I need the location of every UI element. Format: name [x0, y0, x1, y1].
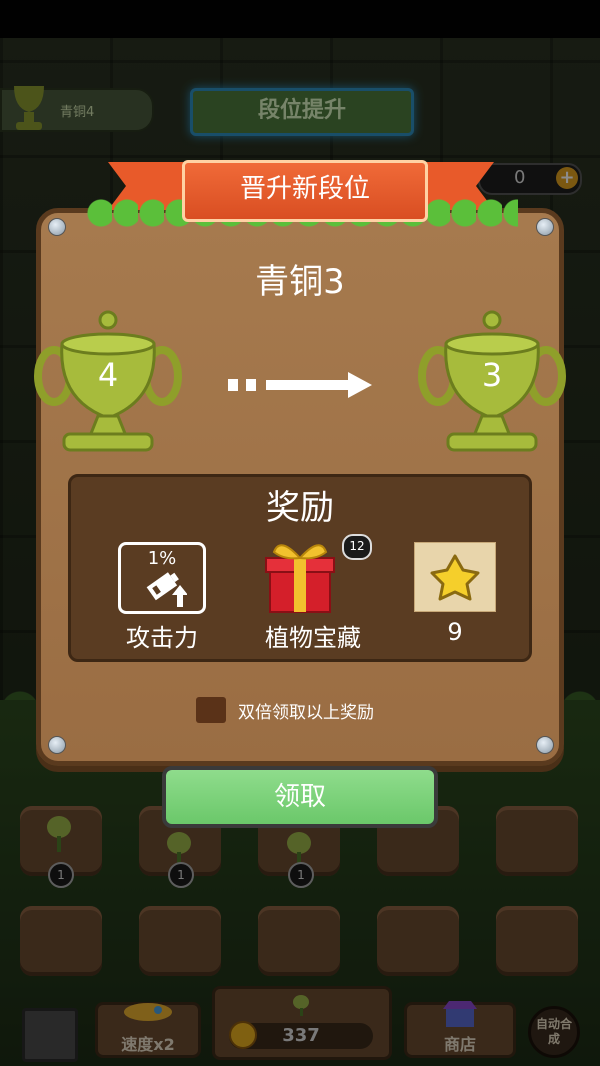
dialog-title: 晋升新段位: [182, 160, 428, 222]
bolt: [536, 736, 554, 754]
star-icon: [414, 542, 496, 612]
star-reward-count: 9: [447, 618, 463, 646]
battery-icon: [146, 572, 187, 607]
game-screen: 青铜4 段位提升 0 + 1 1 1 速度x2 337 商店 自动合成 晋升新段…: [0, 0, 600, 1066]
bolt: [536, 218, 554, 236]
attack-boost-percent: 1%: [147, 548, 177, 569]
gift-box-icon: [265, 544, 335, 613]
treasure-reward-label: 植物宝藏: [265, 624, 361, 652]
new-rank-name: 青铜3: [255, 262, 345, 302]
reward-title: 奖励: [266, 488, 334, 528]
attack-reward-label: 攻击力: [126, 624, 198, 652]
old-rank-level: 4: [97, 356, 119, 394]
bolt: [48, 218, 66, 236]
double-reward-checkbox[interactable]: [196, 697, 226, 723]
gift-count-badge: 12: [342, 534, 372, 560]
new-rank-level: 3: [481, 356, 503, 394]
claim-button[interactable]: 领取: [162, 766, 438, 828]
bolt: [48, 736, 66, 754]
arrow-right-icon: [228, 372, 372, 398]
double-reward-label: 双倍领取以上奖励: [238, 703, 374, 723]
